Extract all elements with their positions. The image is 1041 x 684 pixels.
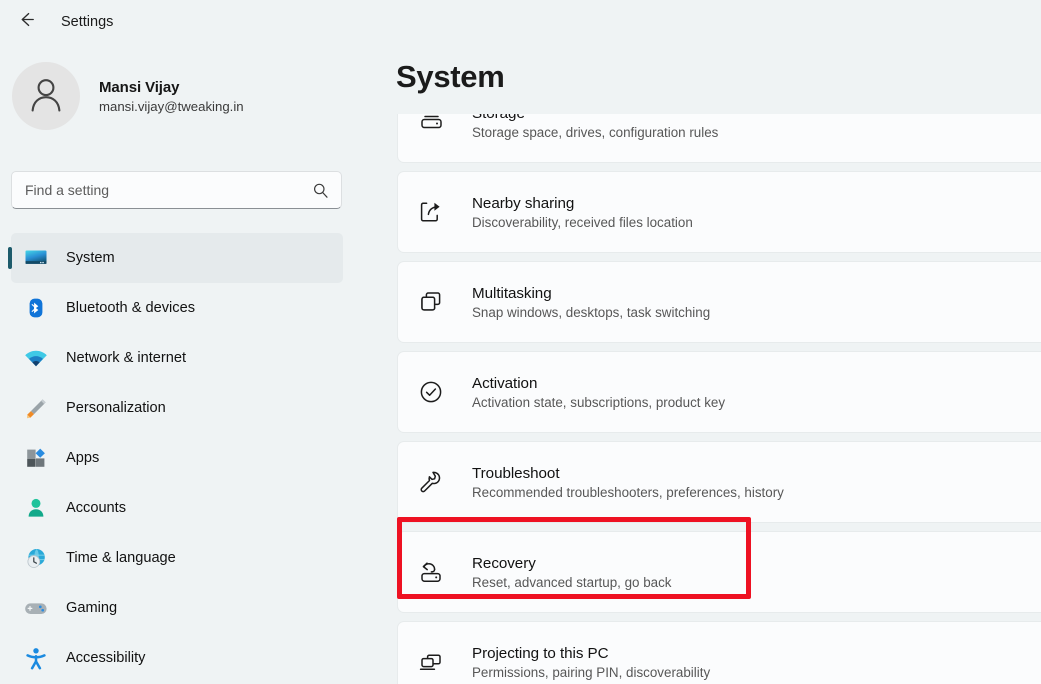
card-subtitle: Discoverability, received files location — [472, 215, 693, 230]
sidebar-item-personalization[interactable]: Personalization — [11, 383, 343, 433]
wifi-icon — [22, 345, 50, 371]
sidebar-nav: System Bluetooth & devices — [0, 233, 360, 683]
projecting-screens-icon — [411, 642, 451, 682]
recovery-drive-icon — [411, 552, 451, 592]
account-block[interactable]: Mansi Vijay mansi.vijay@tweaking.in — [0, 44, 360, 130]
account-name: Mansi Vijay — [99, 79, 244, 96]
person-avatar-icon — [25, 73, 67, 120]
sidebar-item-accounts[interactable]: Accounts — [11, 483, 343, 533]
content-header: System — [360, 44, 1041, 114]
selection-accent-bar — [8, 247, 12, 269]
card-subtitle: Activation state, subscriptions, product… — [472, 395, 725, 410]
sidebar-item-time-language[interactable]: Time & language — [11, 533, 343, 583]
settings-card-nearby-sharing[interactable]: Nearby sharing Discoverability, received… — [397, 171, 1041, 253]
settings-card-projecting-to-this-pc[interactable]: Projecting to this PC Permissions, pairi… — [397, 621, 1041, 684]
share-icon — [411, 192, 451, 232]
search-box[interactable] — [11, 171, 342, 209]
sidebar-item-label: System — [66, 250, 115, 266]
sidebar-item-gaming[interactable]: Gaming — [11, 583, 343, 633]
account-email: mansi.vijay@tweaking.in — [99, 99, 244, 114]
sidebar-item-accessibility[interactable]: Accessibility — [11, 633, 343, 683]
sidebar-item-label: Accounts — [66, 500, 126, 516]
window-title: Settings — [61, 14, 113, 30]
settings-card-troubleshoot[interactable]: Troubleshoot Recommended troubleshooters… — [397, 441, 1041, 523]
card-title: Troubleshoot — [472, 465, 784, 482]
card-title: Multitasking — [472, 285, 710, 302]
settings-card-recovery[interactable]: Recovery Reset, advanced startup, go bac… — [397, 531, 1041, 613]
sidebar-item-label: Bluetooth & devices — [66, 300, 195, 316]
bluetooth-icon — [22, 295, 50, 321]
sidebar-item-bluetooth-devices[interactable]: Bluetooth & devices — [11, 283, 343, 333]
settings-card-storage[interactable]: Storage Storage space, drives, configura… — [397, 114, 1041, 163]
card-title: Projecting to this PC — [472, 645, 710, 662]
title-bar: Settings — [0, 0, 1041, 44]
settings-list-scroll-area[interactable]: Storage Storage space, drives, configura… — [360, 114, 1041, 684]
search-input[interactable] — [12, 182, 303, 198]
storage-drive-icon — [411, 114, 451, 142]
card-title: Recovery — [472, 555, 672, 572]
settings-card-multitasking[interactable]: Multitasking Snap windows, desktops, tas… — [397, 261, 1041, 343]
sidebar-item-label: Gaming — [66, 600, 117, 616]
card-subtitle: Permissions, pairing PIN, discoverabilit… — [472, 665, 710, 680]
back-arrow-icon — [16, 9, 37, 35]
card-title: Storage — [472, 114, 718, 122]
person-icon — [22, 495, 50, 521]
wrench-icon — [411, 462, 451, 502]
sidebar-item-label: Accessibility — [66, 650, 145, 666]
multitasking-windows-icon — [411, 282, 451, 322]
sidebar: Mansi Vijay mansi.vijay@tweaking.in — [0, 44, 360, 684]
check-circle-icon — [411, 372, 451, 412]
card-title: Activation — [472, 375, 725, 392]
card-title: Nearby sharing — [472, 195, 693, 212]
avatar — [12, 62, 80, 130]
monitor-icon — [22, 245, 50, 271]
sidebar-item-apps[interactable]: Apps — [11, 433, 343, 483]
paintbrush-icon — [22, 395, 50, 421]
page-title: System — [396, 59, 505, 95]
settings-card-activation[interactable]: Activation Activation state, subscriptio… — [397, 351, 1041, 433]
settings-card-list: Storage Storage space, drives, configura… — [360, 114, 1041, 684]
accessibility-icon — [22, 645, 50, 671]
sidebar-item-label: Network & internet — [66, 350, 186, 366]
apps-squares-icon — [22, 445, 50, 471]
search-icon[interactable] — [303, 172, 337, 208]
card-subtitle: Reset, advanced startup, go back — [472, 575, 672, 590]
back-button[interactable] — [9, 6, 43, 38]
card-subtitle: Recommended troubleshooters, preferences… — [472, 485, 784, 500]
sidebar-item-label: Personalization — [66, 400, 166, 416]
gamepad-icon — [22, 595, 50, 621]
sidebar-item-label: Apps — [66, 450, 99, 466]
sidebar-item-system[interactable]: System — [11, 233, 343, 283]
globe-clock-icon — [22, 545, 50, 571]
sidebar-item-network-internet[interactable]: Network & internet — [11, 333, 343, 383]
card-subtitle: Snap windows, desktops, task switching — [472, 305, 710, 320]
sidebar-item-label: Time & language — [66, 550, 176, 566]
card-subtitle: Storage space, drives, configuration rul… — [472, 125, 718, 140]
